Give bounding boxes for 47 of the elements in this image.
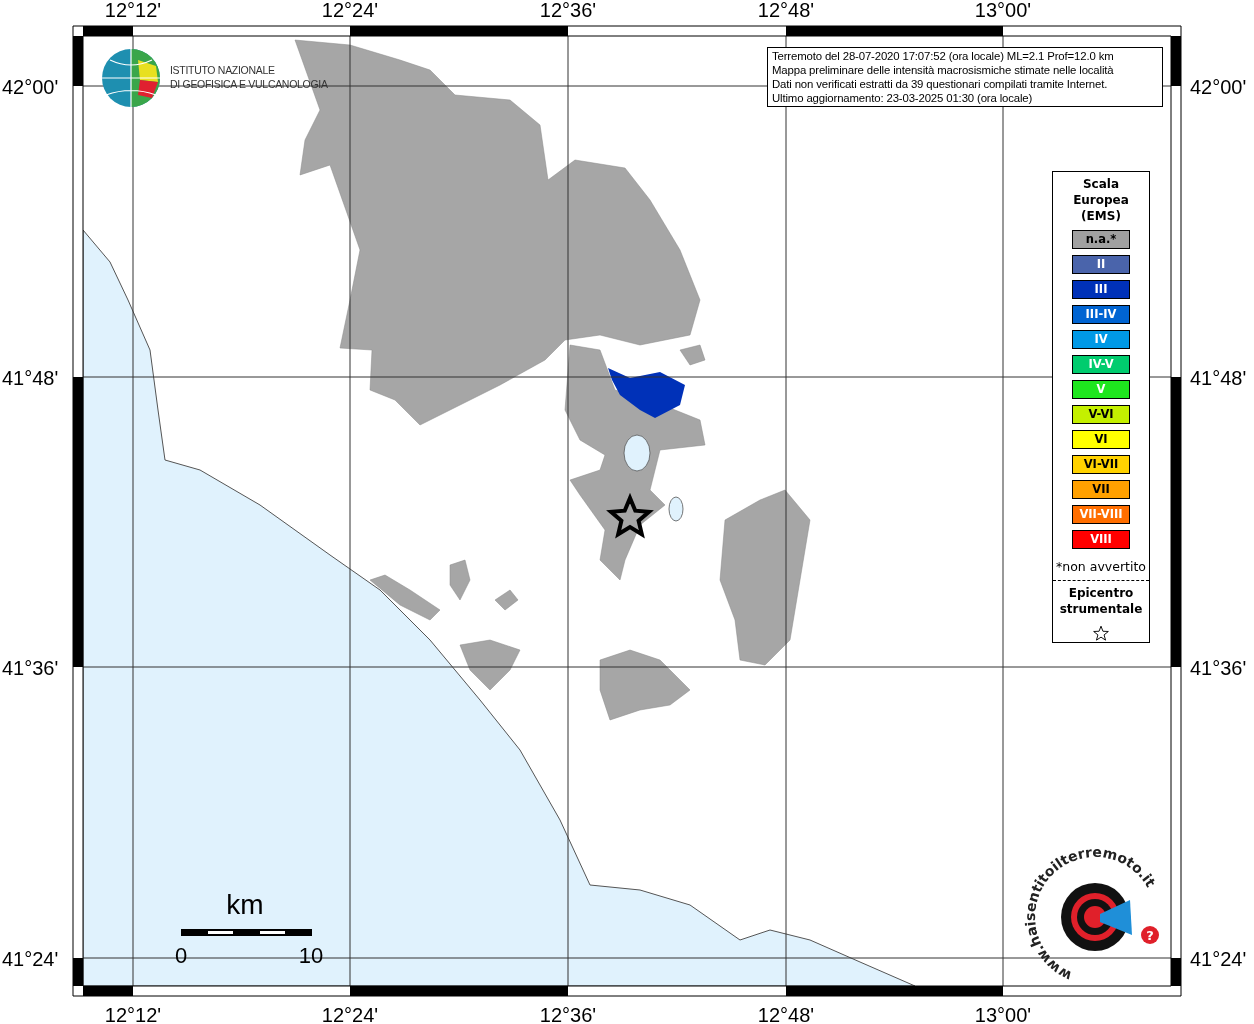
latitude-label: 41°24' xyxy=(1190,948,1247,970)
intensity-swatch: VIII xyxy=(1072,530,1130,549)
intensity-swatch: IV-V xyxy=(1072,355,1130,374)
longitude-label: 12°48' xyxy=(757,0,815,21)
intensity-swatch: VI-VII xyxy=(1072,455,1130,474)
longitude-label: 13°00' xyxy=(974,1004,1032,1024)
intensity-swatch: IV xyxy=(1072,330,1130,349)
info-line: Mappa preliminare delle intensità macrosismiche stimate nelle località xyxy=(772,63,1115,77)
info-line: Terremoto del 28-07-2020 17:07:52 (ora locale) ML=2.1 Prof=12.0 km xyxy=(772,49,1115,63)
scale-unit: km xyxy=(226,889,264,920)
latitude-label: 42°00' xyxy=(2,76,59,98)
lake xyxy=(668,496,684,522)
latitude-label: 41°36' xyxy=(2,657,59,679)
longitude-label: 12°48' xyxy=(757,1004,815,1024)
scale-label: 10 xyxy=(298,943,324,968)
globe-logo-icon xyxy=(101,48,161,108)
longitude-label: 12°36' xyxy=(539,0,597,21)
info-line: Dati non verificati estratti da 39 questionari compilati tramite Internet. xyxy=(772,77,1109,91)
longitude-label: 13°00' xyxy=(974,0,1032,21)
latitude-label: 41°36' xyxy=(1190,657,1247,679)
longitude-label: 12°24' xyxy=(321,1004,379,1024)
lake xyxy=(623,434,651,472)
intensity-swatch: VII xyxy=(1072,480,1130,499)
epicenter-star-icon xyxy=(606,492,654,539)
legend-title: Scala Europea (EMS) xyxy=(1073,176,1129,224)
longitude-label: 12°12' xyxy=(104,1004,162,1024)
longitude-label: 12°24' xyxy=(321,0,379,21)
intensity-swatch: II xyxy=(1072,255,1130,274)
intensity-swatch: III xyxy=(1072,280,1130,299)
intensity-swatch: III-IV xyxy=(1072,305,1130,324)
longitude-label: 12°12' xyxy=(104,0,162,21)
latitude-label: 42°00' xyxy=(1190,76,1247,98)
scale-label: 0 xyxy=(174,943,188,968)
latitude-label: 41°48' xyxy=(1190,367,1247,389)
institute-name: ISTITUTO NAZIONALE xyxy=(170,64,275,76)
info-line: Ultimo aggiornamento: 23-03-2025 01:30 (ora locale) xyxy=(772,91,1034,105)
longitude-label: 12°36' xyxy=(539,1004,597,1024)
epicenter-label: Epicentro strumentale xyxy=(1059,585,1143,617)
legend-footnote: *non avvertito xyxy=(1056,559,1146,574)
intensity-swatch: V xyxy=(1072,380,1130,399)
latitude-label: 41°48' xyxy=(2,367,59,389)
intensity-swatch: V-VI xyxy=(1072,405,1130,424)
intensity-swatch: VII-VIII xyxy=(1072,505,1130,524)
latitude-label: 41°24' xyxy=(2,948,59,970)
institute-name: DI GEOFISICA E VULCANOLOGIA xyxy=(170,78,328,90)
intensity-swatch: n.a.* xyxy=(1072,230,1130,249)
intensity-swatch: VI xyxy=(1072,430,1130,449)
